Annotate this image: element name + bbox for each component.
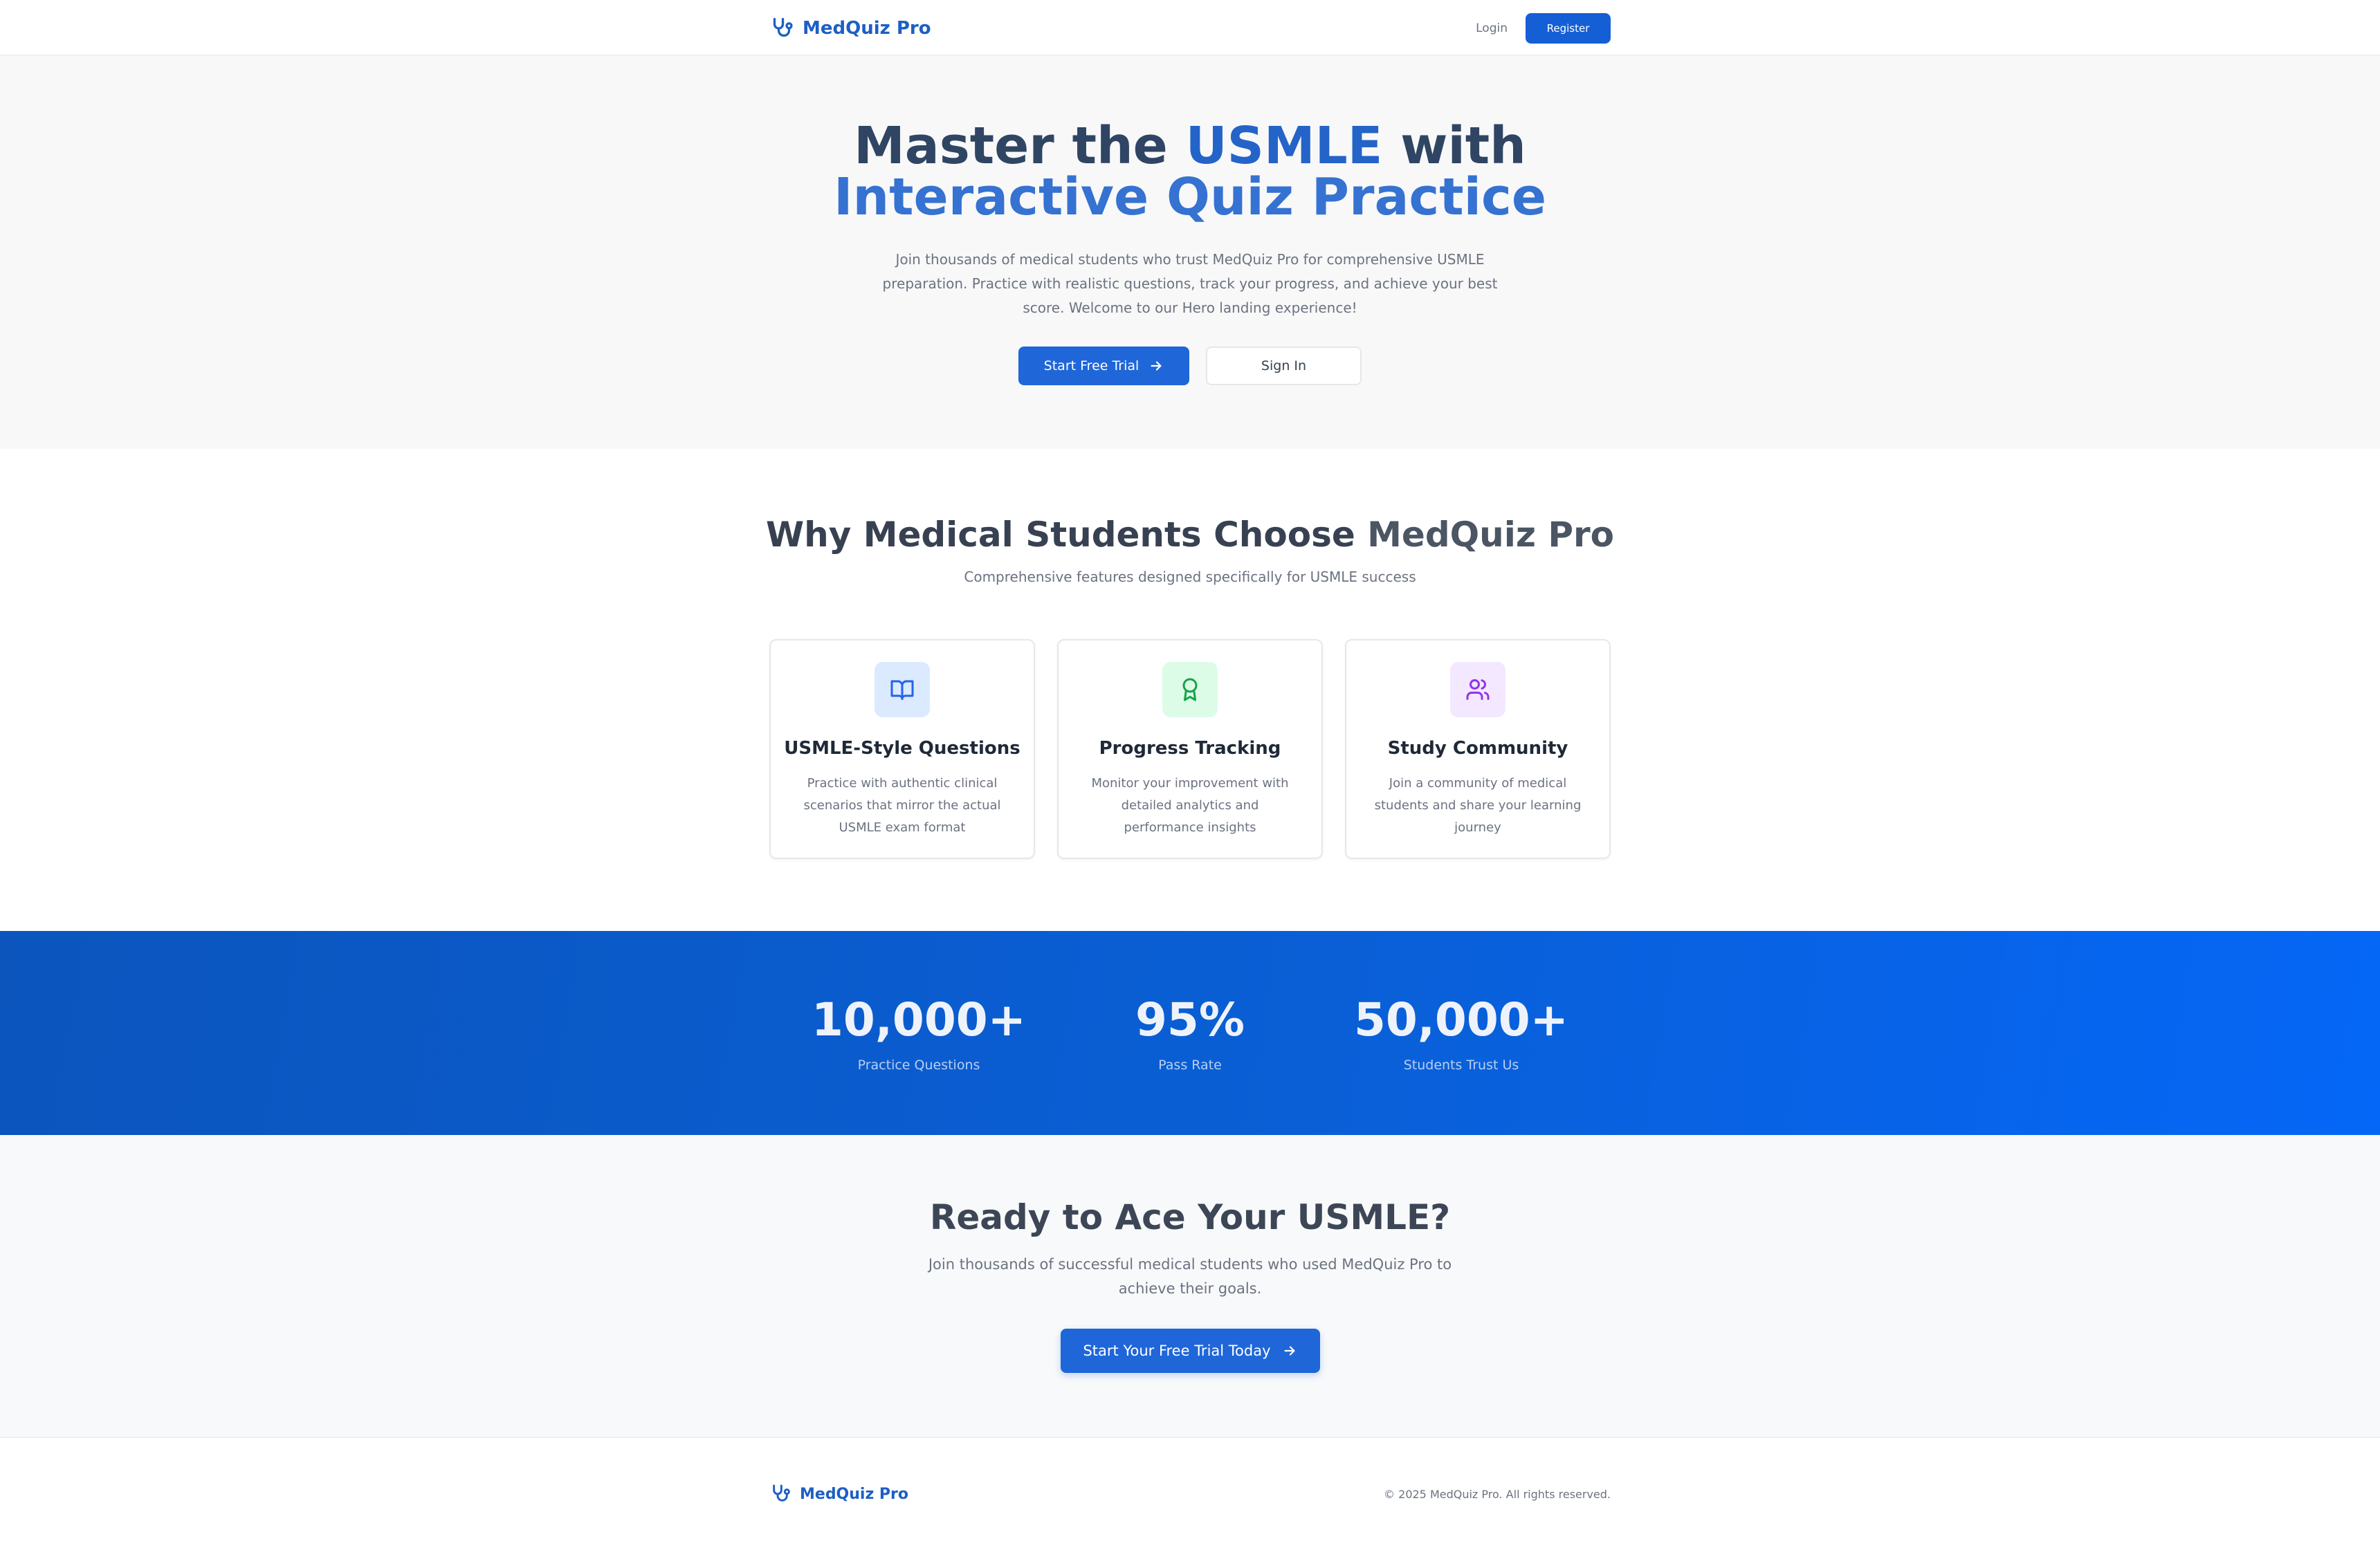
header-nav: Login Register [1476, 12, 1611, 44]
feature-title: USMLE-Style Questions [784, 738, 1020, 759]
features-title: Why Medical Students Choose MedQuiz Pro [0, 515, 2380, 555]
login-link[interactable]: Login [1476, 21, 1508, 35]
feature-icon-container [875, 662, 930, 717]
stats-section: 10,000+ Practice Questions 95% Pass Rate… [0, 931, 2380, 1135]
feature-card-questions: USMLE-Style Questions Practice with auth… [769, 639, 1035, 859]
book-open-icon [890, 680, 914, 700]
stat-value: 95% [1135, 993, 1245, 1046]
feature-card-progress: Progress Tracking Monitor your improveme… [1057, 639, 1323, 859]
stat-questions: 10,000+ Practice Questions [794, 931, 1043, 1073]
stat-label: Pass Rate [1158, 1058, 1222, 1073]
brand-name: MedQuiz Pro [803, 17, 931, 39]
features-section: Why Medical Students Choose MedQuiz Pro … [0, 449, 2380, 931]
hero-buttons: Start Free Trial Sign In [0, 347, 2380, 385]
site-header: MedQuiz Pro Login Register [0, 0, 2380, 56]
feature-cards: USMLE-Style Questions Practice with auth… [769, 639, 1611, 859]
register-button[interactable]: Register [1526, 12, 1611, 44]
feature-title: Progress Tracking [1099, 738, 1281, 759]
footer-brand[interactable]: MedQuiz Pro [769, 1483, 908, 1505]
stat-label: Practice Questions [857, 1058, 980, 1073]
feature-card-community: Study Community Join a community of medi… [1345, 639, 1611, 859]
arrow-right-icon [1283, 1346, 1295, 1356]
copyright-text: © 2025 MedQuiz Pro. All rights reserved. [1384, 1487, 1611, 1501]
start-free-trial-label: Start Free Trial [1043, 358, 1139, 373]
features-title-part1: Why Medical Students Choose [765, 515, 1368, 555]
features-subtitle: Comprehensive features designed specific… [964, 569, 1416, 585]
users-icon [1466, 679, 1490, 700]
cta-description: Join thousands of successful medical stu… [928, 1256, 1452, 1297]
site-footer: MedQuiz Pro © 2025 MedQuiz Pro. All righ… [0, 1438, 2380, 1550]
feature-description: Join a community of medical students and… [1374, 776, 1582, 835]
stat-value: 10,000+ [812, 993, 1026, 1046]
feature-description: Monitor your improvement with detailed a… [1091, 776, 1289, 835]
stat-value: 50,000+ [1354, 993, 1568, 1046]
award-icon [1182, 678, 1198, 701]
hero-section: Master the USMLE with Interactive Quiz P… [0, 56, 2380, 449]
hero-description: Join thousands of medical students who t… [882, 251, 1498, 316]
arrow-right-icon [1151, 361, 1162, 371]
stethoscope-icon [773, 1484, 790, 1502]
brand-logo[interactable]: MedQuiz Pro [769, 16, 931, 41]
feature-title: Study Community [1387, 738, 1568, 759]
hero-title: Master the USMLE with Interactive Quiz P… [0, 120, 2380, 223]
feature-description: Practice with authentic clinical scenari… [803, 776, 1001, 835]
features-title-part2: MedQuiz Pro [1367, 515, 1615, 555]
start-trial-today-button[interactable]: Start Your Free Trial Today [1060, 1329, 1320, 1373]
stat-label: Students Trust Us [1403, 1058, 1519, 1073]
footer-brand-name: MedQuiz Pro [800, 1485, 909, 1503]
stat-students: 50,000+ Students Trust Us [1337, 931, 1586, 1073]
start-trial-today-label: Start Your Free Trial Today [1083, 1343, 1271, 1359]
start-free-trial-button[interactable]: Start Free Trial [1018, 347, 1189, 385]
sign-in-button[interactable]: Sign In [1206, 347, 1362, 385]
stat-pass-rate: 95% Pass Rate [1065, 931, 1315, 1073]
cta-title: Ready to Ace Your USMLE? [929, 1197, 1451, 1237]
stethoscope-icon [773, 17, 793, 37]
feature-icon-container [1450, 662, 1505, 717]
feature-icon-container [1162, 662, 1218, 717]
hero-title-line2: Interactive Quiz Practice [833, 167, 1547, 227]
cta-section: Ready to Ace Your USMLE? Join thousands … [0, 1135, 2380, 1438]
